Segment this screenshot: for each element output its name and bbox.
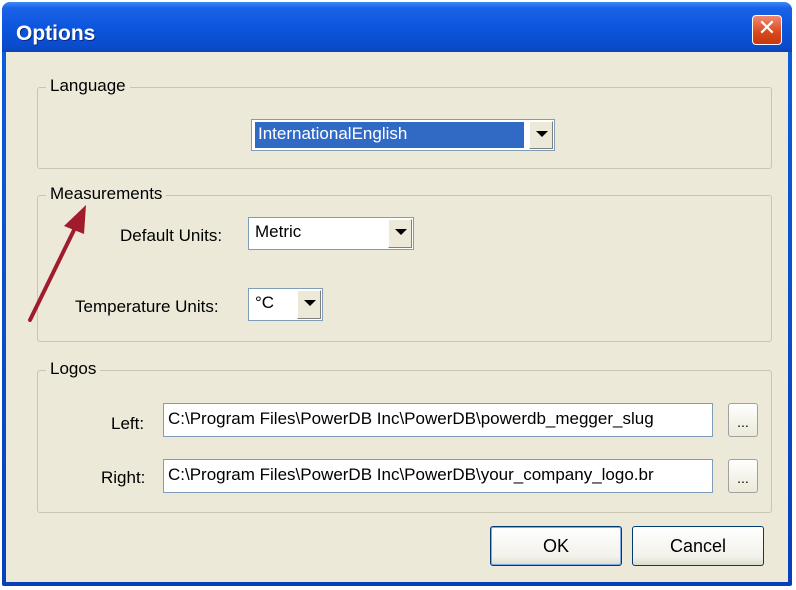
left-logo-browse-button[interactable]: ... [728, 403, 758, 437]
dialog-body: Language InternationalEnglish Measuremen… [6, 52, 788, 582]
measurements-group-label: Measurements [46, 184, 167, 204]
right-logo-label: Right: [101, 468, 146, 487]
close-icon: ✕ [757, 16, 777, 41]
logos-group-label: Logos [46, 359, 101, 379]
options-dialog: Options ✕ Language InternationalEnglish … [2, 2, 792, 586]
language-select[interactable]: InternationalEnglish [251, 119, 555, 151]
language-select-value: InternationalEnglish [255, 122, 524, 148]
right-logo-browse-button[interactable]: ... [728, 459, 758, 493]
ok-button[interactable]: OK [490, 526, 622, 566]
chevron-down-icon[interactable] [297, 290, 321, 319]
cancel-button[interactable]: Cancel [632, 526, 764, 566]
chevron-down-icon[interactable] [388, 219, 412, 248]
language-group-label: Language [46, 76, 130, 96]
chevron-down-icon[interactable] [529, 121, 553, 149]
logos-group: Logos Left: C:\Program Files\PowerDB Inc… [37, 359, 772, 513]
close-button[interactable]: ✕ [752, 15, 782, 45]
right-logo-path-input[interactable]: C:\Program Files\PowerDB Inc\PowerDB\you… [163, 459, 713, 493]
language-group: Language InternationalEnglish [37, 76, 772, 169]
default-units-label: Default Units: [120, 226, 223, 245]
window-title: Options [16, 22, 96, 45]
temperature-units-select[interactable]: °C [248, 288, 323, 321]
default-units-select[interactable]: Metric [248, 217, 414, 250]
title-bar[interactable]: Options ✕ [2, 2, 792, 52]
temperature-units-value: °C [255, 293, 275, 312]
left-logo-path-input[interactable]: C:\Program Files\PowerDB Inc\PowerDB\pow… [163, 403, 713, 437]
left-logo-label: Left: [111, 414, 145, 433]
measurements-group: Measurements Default Units: Metric Tempe… [37, 184, 772, 342]
temperature-units-label: Temperature Units: [75, 297, 219, 316]
default-units-value: Metric [255, 222, 302, 241]
